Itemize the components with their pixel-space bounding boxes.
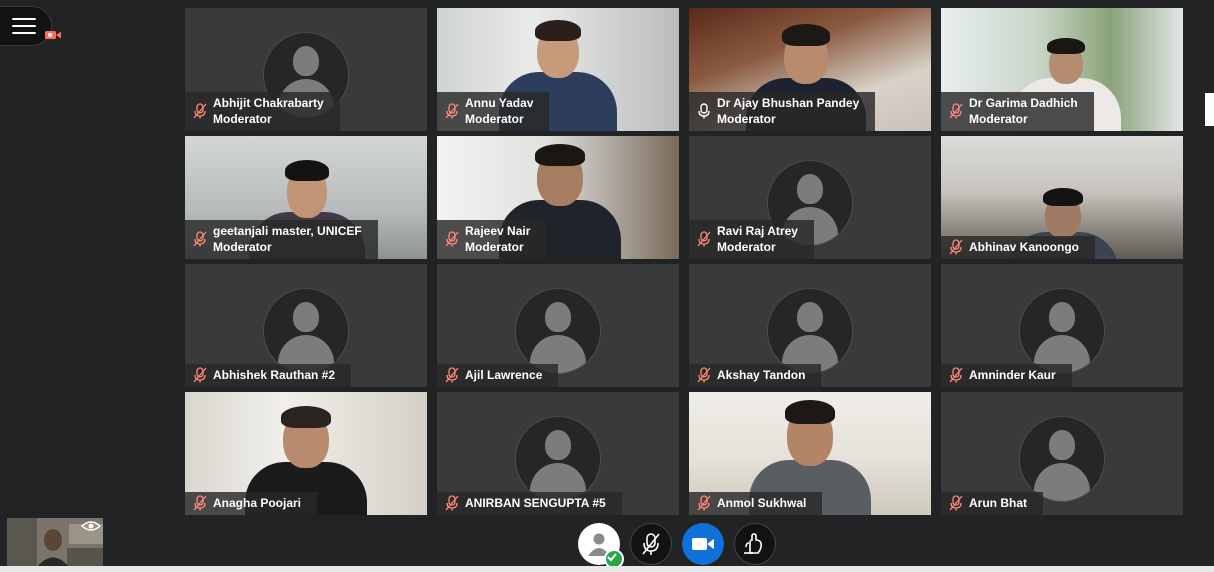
participant-tile[interactable]: Akshay Tandon [689, 264, 931, 387]
mic-muted-icon [193, 103, 207, 119]
menu-button[interactable] [0, 6, 52, 46]
participant-tile[interactable]: Arun Bhat [941, 392, 1183, 515]
avatar-placeholder-icon [263, 288, 349, 374]
mic-muted-icon [193, 231, 207, 247]
participant-name: Akshay Tandon [717, 368, 806, 382]
self-view[interactable] [7, 518, 103, 567]
participant-label: Abhinav Kanoongo [941, 236, 1095, 259]
raise-hand-button[interactable] [734, 523, 776, 565]
participant-role: Moderator [213, 240, 272, 254]
participant-label: Amninder Kaur [941, 364, 1072, 387]
participant-role: Moderator [213, 112, 272, 126]
participant-label: Anmol Sukhwal [689, 492, 823, 515]
hamburger-icon [12, 18, 36, 20]
participant-name: Ravi Raj Atrey [717, 224, 798, 238]
participant-label: Annu Yadav Moderator [437, 92, 550, 131]
mic-muted-icon [697, 495, 711, 511]
avatar-placeholder-icon [767, 288, 853, 374]
participant-name: geetanjali master, UNICEF [213, 224, 362, 238]
participant-tile[interactable]: Abhishek Rauthan #2 [185, 264, 427, 387]
participant-name: Dr Garima Dadhich [969, 96, 1078, 110]
participant-name: Abhinav Kanoongo [969, 240, 1079, 254]
mic-icon [698, 103, 710, 119]
participant-label: Abhishek Rauthan #2 [185, 364, 352, 387]
participant-label: Arun Bhat [941, 492, 1043, 515]
mic-muted-icon [949, 367, 963, 383]
participant-tile[interactable]: Anagha Poojari [185, 392, 427, 515]
window-bottom-border [0, 566, 1214, 572]
participant-name: Abhishek Rauthan #2 [213, 368, 336, 382]
participant-name: Ajil Lawrence [465, 368, 543, 382]
participant-tile[interactable]: Ravi Raj Atrey Moderator [689, 136, 931, 259]
participant-label: Anagha Poojari [185, 492, 318, 515]
participant-label: Abhijit Chakrabarty Moderator [185, 92, 340, 131]
user-status-button[interactable] [578, 523, 624, 569]
participant-tile[interactable]: Dr Garima Dadhich Moderator [941, 8, 1183, 131]
mic-muted-icon [445, 231, 459, 247]
participant-tile[interactable]: Rajeev Nair Moderator [437, 136, 679, 259]
participant-tile[interactable]: Abhinav Kanoongo [941, 136, 1183, 259]
avatar-placeholder-icon [1019, 288, 1105, 374]
mic-muted-icon [445, 103, 459, 119]
participant-label: Ravi Raj Atrey Moderator [689, 220, 814, 259]
participant-tile[interactable]: Abhijit Chakrabarty Moderator [185, 8, 427, 131]
eye-icon[interactable] [81, 520, 101, 532]
mic-muted-icon [949, 495, 963, 511]
avatar-placeholder-icon [1019, 416, 1105, 502]
mic-muted-icon [445, 367, 459, 383]
mic-muted-icon [193, 367, 207, 383]
participant-role: Moderator [717, 112, 776, 126]
participant-tile[interactable]: ANIRBAN SENGUPTA #5 [437, 392, 679, 515]
participant-role: Moderator [717, 240, 776, 254]
participant-label: Dr Ajay Bhushan Pandey Moderator [689, 92, 876, 131]
participant-tile[interactable]: Anmol Sukhwal [689, 392, 931, 515]
mic-muted-icon [193, 495, 207, 511]
participant-tile[interactable]: Dr Ajay Bhushan Pandey Moderator [689, 8, 931, 131]
mic-muted-icon [445, 495, 459, 511]
participant-label: ANIRBAN SENGUPTA #5 [437, 492, 622, 515]
participant-name: ANIRBAN SENGUPTA #5 [465, 496, 606, 510]
camera-toggle-button[interactable] [682, 523, 724, 565]
participant-role: Moderator [969, 112, 1028, 126]
meeting-controls [578, 523, 776, 569]
raise-hand-icon [744, 533, 762, 554]
participant-tile[interactable]: Amninder Kaur [941, 264, 1183, 387]
participant-tile[interactable]: Annu Yadav Moderator [437, 8, 679, 131]
mic-muted-icon [642, 533, 660, 555]
mic-muted-icon [697, 367, 711, 383]
avatar-placeholder-icon [515, 416, 601, 502]
participant-tile[interactable]: Ajil Lawrence [437, 264, 679, 387]
participant-label: Ajil Lawrence [437, 364, 559, 387]
mic-toggle-button[interactable] [630, 523, 672, 565]
participant-label: Rajeev Nair Moderator [437, 220, 547, 259]
participant-name: Rajeev Nair [465, 224, 531, 238]
participant-label: Akshay Tandon [689, 364, 822, 387]
side-panel-handle[interactable] [1205, 93, 1214, 126]
recording-icon [45, 31, 61, 39]
mic-muted-icon [697, 231, 711, 247]
mic-muted-icon [949, 103, 963, 119]
mic-muted-icon [949, 239, 963, 255]
participant-role: Moderator [465, 112, 524, 126]
participant-name: Arun Bhat [969, 496, 1027, 510]
participant-name: Annu Yadav [465, 96, 534, 110]
participants-grid: Abhijit Chakrabarty Moderator Annu Yadav Mo… [185, 8, 1183, 515]
participant-name: Anagha Poojari [213, 496, 302, 510]
participant-tile[interactable]: geetanjali master, UNICEF Moderator [185, 136, 427, 259]
participant-label: Dr Garima Dadhich Moderator [941, 92, 1094, 131]
participant-role: Moderator [465, 240, 524, 254]
participant-name: Abhijit Chakrabarty [213, 96, 324, 110]
participant-name: Amninder Kaur [969, 368, 1056, 382]
participant-name: Anmol Sukhwal [717, 496, 807, 510]
participant-name: Dr Ajay Bhushan Pandey [717, 96, 860, 110]
avatar-placeholder-icon [515, 288, 601, 374]
participant-label: geetanjali master, UNICEF Moderator [185, 220, 378, 259]
video-camera-icon [692, 538, 714, 550]
